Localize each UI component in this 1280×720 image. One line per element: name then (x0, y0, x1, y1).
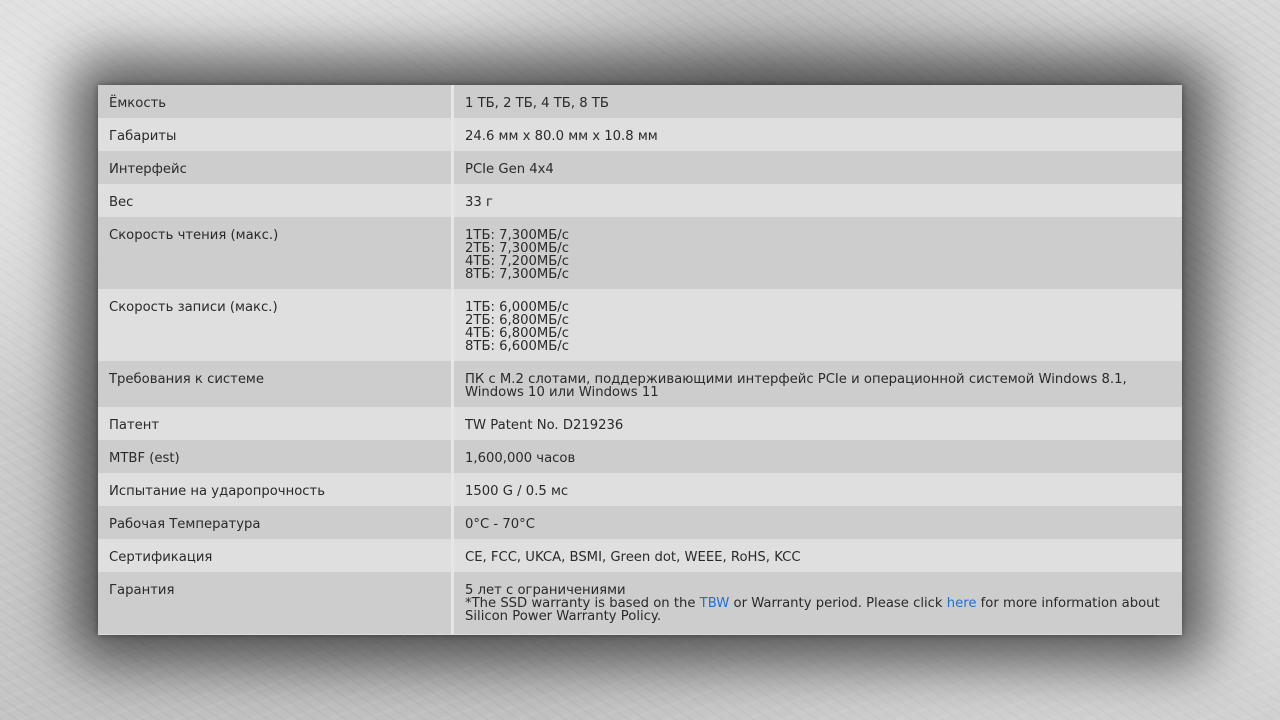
spec-label: Вес (98, 184, 453, 217)
write-speed-line: 8ТБ: 6,600МБ/с (465, 339, 569, 354)
spec-label: Скорость записи (макс.) (98, 289, 453, 361)
spec-row-mtbf: MTBF (est) 1,600,000 часов (98, 440, 1182, 473)
spec-label: Требования к системе (98, 361, 453, 407)
spec-row-system-requirements: Требования к системе ПК с M.2 слотами, п… (98, 361, 1182, 407)
spec-label: Гарантия (98, 572, 453, 634)
read-speed-line: 8ТБ: 7,300МБ/с (465, 267, 569, 282)
spec-value: 5 лет с ограничениями *The SSD warranty … (451, 572, 1182, 634)
write-speed-line: 2ТБ: 6,800МБ/с (465, 313, 569, 328)
spec-label: Скорость чтения (макс.) (98, 217, 453, 289)
spec-value: TW Patent No. D219236 (451, 407, 1182, 440)
warranty-policy-here-link[interactable]: here (947, 596, 977, 611)
spec-row-write-speed: Скорость записи (макс.) 1ТБ: 6,000МБ/с 2… (98, 289, 1182, 361)
spec-row-interface: Интерфейс PCIe Gen 4x4 (98, 151, 1182, 184)
spec-value: 0°C - 70°C (451, 506, 1182, 539)
spec-row-weight: Вес 33 г (98, 184, 1182, 217)
spec-label: Сертификация (98, 539, 453, 572)
tbw-link[interactable]: TBW (700, 596, 730, 611)
spec-value: 1 ТБ, 2 ТБ, 4 ТБ, 8 ТБ (451, 85, 1182, 118)
read-speed-line: 2ТБ: 7,300МБ/с (465, 241, 569, 256)
warranty-note: *The SSD warranty is based on the TBW or… (465, 596, 1160, 624)
spec-label: Испытание на ударопрочность (98, 473, 453, 506)
spec-label: MTBF (est) (98, 440, 453, 473)
spec-label: Рабочая Температура (98, 506, 453, 539)
spec-row-warranty: Гарантия 5 лет с ограничениями *The SSD … (98, 572, 1182, 634)
write-speed-line: 4ТБ: 6,800МБ/с (465, 326, 569, 341)
spec-label: Интерфейс (98, 151, 453, 184)
read-speed-line: 1ТБ: 7,300МБ/с (465, 228, 569, 243)
spec-value: ПК с M.2 слотами, поддерживающими интерф… (451, 361, 1182, 407)
spec-label: Патент (98, 407, 453, 440)
write-speed-line: 1ТБ: 6,000МБ/с (465, 300, 569, 315)
spec-row-capacity: Ёмкость 1 ТБ, 2 ТБ, 4 ТБ, 8 ТБ (98, 85, 1182, 118)
spec-label: Габариты (98, 118, 453, 151)
spec-value: CE, FCC, UKCA, BSMI, Green dot, WEEE, Ro… (451, 539, 1182, 572)
spec-value: 24.6 мм x 80.0 мм x 10.8 мм (451, 118, 1182, 151)
spec-value: 1ТБ: 6,000МБ/с 2ТБ: 6,800МБ/с 4ТБ: 6,800… (451, 289, 1182, 361)
warranty-note-text: or Warranty period. Please click (729, 596, 947, 611)
spec-label: Ёмкость (98, 85, 453, 118)
spec-row-read-speed: Скорость чтения (макс.) 1ТБ: 7,300МБ/с 2… (98, 217, 1182, 289)
spec-value: 1ТБ: 7,300МБ/с 2ТБ: 7,300МБ/с 4ТБ: 7,200… (451, 217, 1182, 289)
spec-value: PCIe Gen 4x4 (451, 151, 1182, 184)
spec-value: 1,600,000 часов (451, 440, 1182, 473)
spec-row-dimensions: Габариты 24.6 мм x 80.0 мм x 10.8 мм (98, 118, 1182, 151)
spec-value: 33 г (451, 184, 1182, 217)
spec-row-patent: Патент TW Patent No. D219236 (98, 407, 1182, 440)
spec-row-shock-resistance: Испытание на ударопрочность 1500 G / 0.5… (98, 473, 1182, 506)
read-speed-line: 4ТБ: 7,200МБ/с (465, 254, 569, 269)
specifications-table: Ёмкость 1 ТБ, 2 ТБ, 4 ТБ, 8 ТБ Габариты … (98, 85, 1182, 635)
spec-value: 1500 G / 0.5 мс (451, 473, 1182, 506)
spec-row-certification: Сертификация CE, FCC, UKCA, BSMI, Green … (98, 539, 1182, 572)
spec-row-operating-temperature: Рабочая Температура 0°C - 70°C (98, 506, 1182, 539)
